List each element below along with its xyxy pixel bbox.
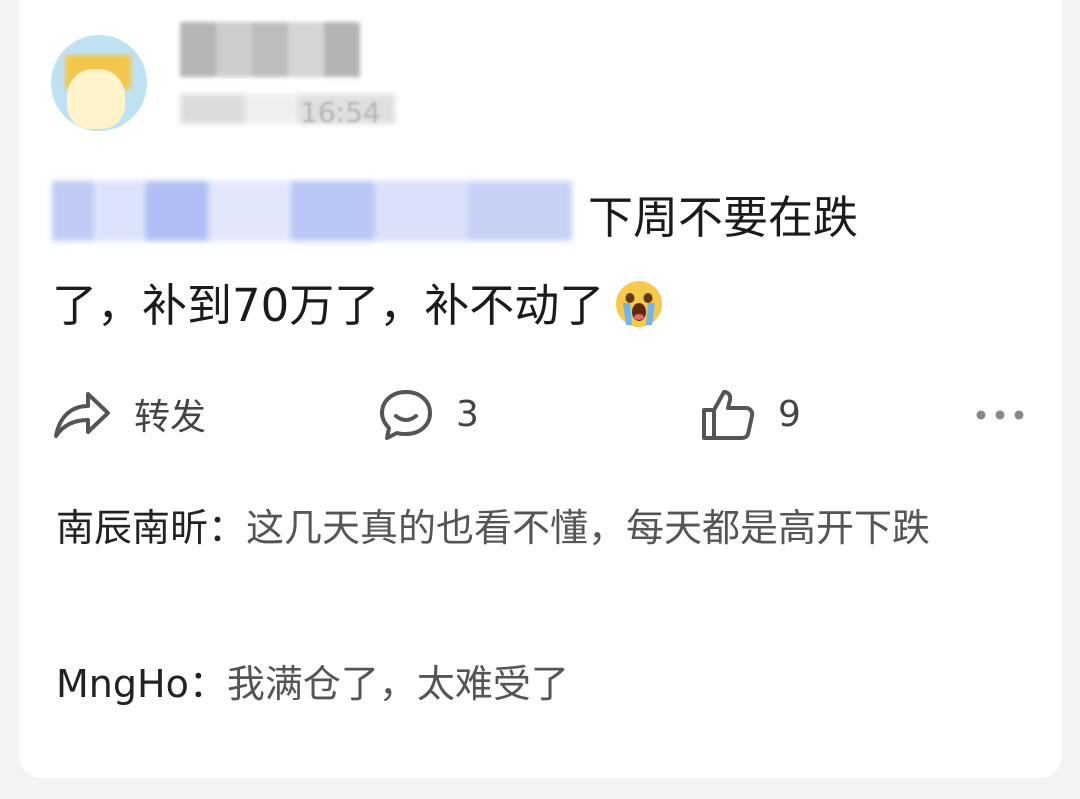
comment-separator: ：	[188, 662, 227, 706]
repost-label: 转发	[134, 397, 207, 438]
repost-button[interactable]: 转发	[52, 385, 206, 443]
more-dots-icon	[976, 410, 1024, 420]
post-content-line2-text: 了，补到70万了，补不动了	[52, 279, 605, 332]
comment-button[interactable]: 3	[378, 385, 479, 443]
user-avatar[interactable]	[51, 35, 147, 131]
comment-count: 3	[456, 393, 479, 435]
comment-bubble-icon	[378, 386, 434, 442]
post-content-line2: 了，补到70万了，补不动了	[52, 269, 664, 334]
content-redacted	[52, 181, 572, 241]
comment-author[interactable]: MngHo	[56, 662, 189, 706]
comment-item[interactable]: 南辰南昕：这几天真的也看不懂，每天都是高开下跌	[56, 496, 1026, 561]
crying-face-emoji-icon	[616, 281, 663, 327]
like-count: 9	[778, 393, 801, 435]
like-button[interactable]: 9	[700, 385, 801, 443]
comment-separator: ：	[208, 506, 247, 550]
comment-author[interactable]: 南辰南昕	[56, 506, 208, 550]
comment-text: 这几天真的也看不懂，每天都是高开下跌	[246, 506, 931, 550]
comment-item[interactable]: MngHo：我满仓了，太难受了	[56, 652, 1026, 717]
post-content-line1: 下周不要在跌	[588, 191, 859, 244]
thumbs-up-icon	[700, 386, 756, 442]
comment-text: 我满仓了，太难受了	[226, 662, 569, 706]
post-timestamp: 16:54	[300, 96, 381, 129]
more-options-button[interactable]	[975, 400, 1025, 430]
username-redacted[interactable]	[180, 22, 360, 77]
avatar-face	[67, 69, 125, 129]
share-arrow-icon	[52, 386, 112, 442]
